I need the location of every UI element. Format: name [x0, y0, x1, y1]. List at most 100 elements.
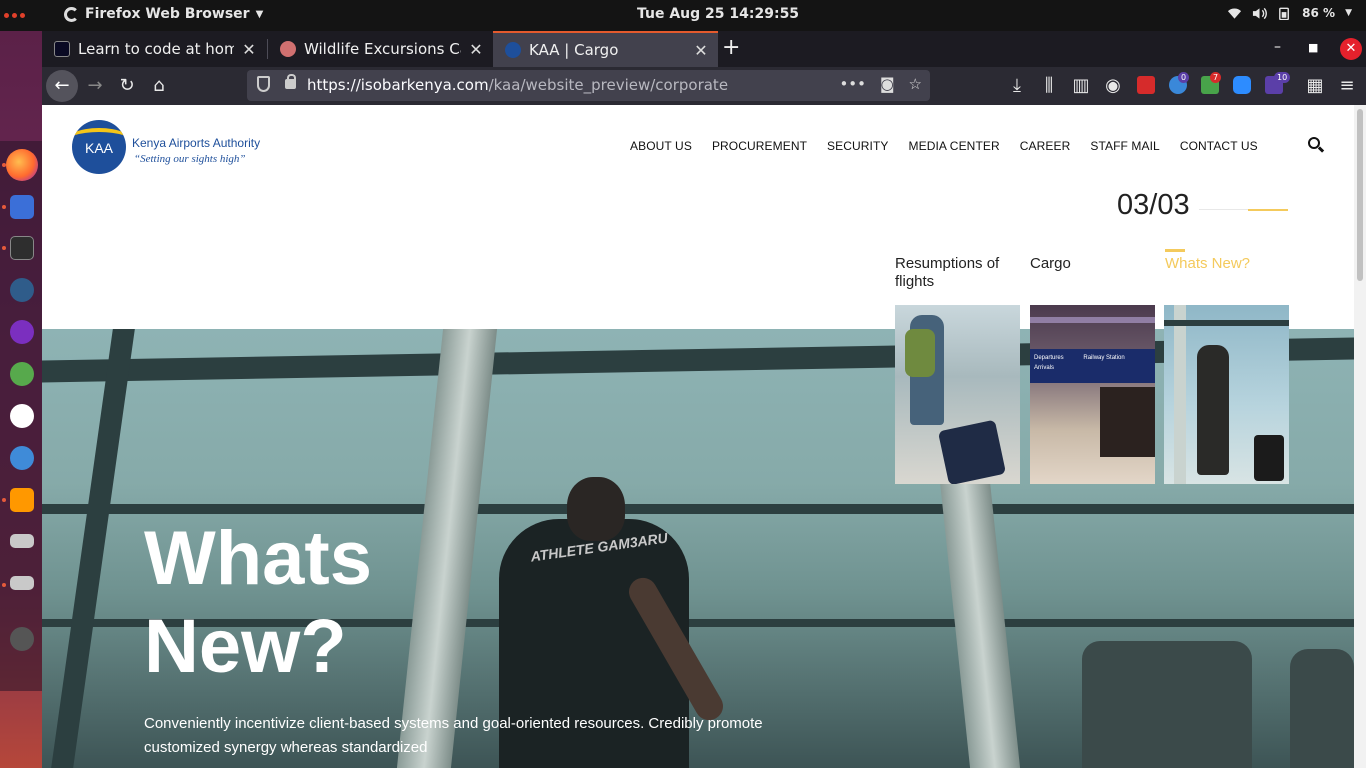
tab-title: Wildlife Excursions Camp — [304, 40, 461, 58]
drive-dock-icon[interactable] — [10, 534, 34, 548]
reload-icon[interactable]: ↻ — [116, 75, 138, 97]
volume-icon — [1253, 7, 1268, 19]
thumb-traveler-backpack — [905, 329, 935, 377]
minimize-window-icon[interactable]: – — [1274, 39, 1281, 55]
app-name: Firefox Web Browser — [85, 6, 250, 22]
slide-tab-whats-new[interactable]: Whats New? — [1165, 255, 1285, 273]
kaa-logo[interactable]: KAA Kenya Airports Authority “Setting ou… — [72, 120, 282, 176]
dock-running-pip — [2, 498, 6, 502]
files-dock-icon[interactable] — [10, 195, 34, 219]
trash-dock-icon[interactable] — [10, 627, 34, 651]
maximize-window-icon[interactable]: ■ — [1308, 41, 1318, 54]
dock-running-pip — [2, 205, 6, 209]
thumb-window-post — [1174, 305, 1186, 484]
page-actions-icon[interactable]: ••• — [839, 75, 866, 93]
library-icon[interactable]: ⫼ — [1038, 75, 1060, 97]
dock — [0, 31, 42, 768]
hamburger-menu-icon[interactable]: ≡ — [1336, 75, 1358, 97]
slide-thumb-resumptions[interactable] — [895, 305, 1020, 484]
extension-badge: 0 — [1178, 72, 1190, 83]
tab-title: KAA | Cargo — [529, 41, 619, 59]
pocket-icon[interactable]: ◙ — [880, 75, 895, 93]
home-icon[interactable]: ⌂ — [148, 75, 170, 97]
address-bar[interactable]: https://isobarkenya.com/kaa/website_prev… — [247, 70, 930, 101]
nav-security[interactable]: SECURITY — [827, 139, 888, 153]
sublime-dock-icon[interactable] — [10, 488, 34, 512]
thumb-departures-sign: Departures Railway Station Arrivals — [1030, 349, 1155, 383]
app-menu[interactable]: Firefox Web Browser ▼ — [64, 6, 263, 22]
podcast-dock-icon[interactable] — [10, 320, 34, 344]
browser-tab-2[interactable]: Wildlife Excursions Camp ✕ — [268, 31, 493, 67]
main-navigation: ABOUT US PROCUREMENT SECURITY MEDIA CENT… — [630, 139, 1258, 153]
page-scrollbar[interactable] — [1354, 105, 1366, 768]
hero-description: Conveniently incentivize client-based sy… — [144, 715, 763, 756]
forward-arrow-icon[interactable]: → — [84, 75, 106, 97]
system-clock[interactable]: Tue Aug 25 14:29:55 — [637, 6, 799, 22]
tab-title: Learn to code at home | f — [78, 40, 234, 58]
browser-tab-3[interactable]: KAA | Cargo ✕ — [493, 31, 718, 67]
extensions-puzzle-icon[interactable]: ▦ — [1304, 75, 1326, 97]
browser-tab-bar: Learn to code at home | f ✕ Wildlife Exc… — [42, 31, 1366, 67]
screen: Firefox Web Browser ▼ Tue Aug 25 14:29:5… — [0, 0, 1366, 768]
drive-dock-icon-2[interactable] — [10, 576, 34, 590]
search-icon-handle — [1317, 146, 1325, 153]
dock-running-pip — [2, 163, 6, 167]
slack-dock-icon[interactable] — [10, 404, 34, 428]
new-tab-icon[interactable]: + — [722, 35, 740, 60]
firefox-app-icon — [64, 6, 79, 22]
slide-thumb-whats-new[interactable] — [1164, 305, 1289, 484]
nav-career[interactable]: CAREER — [1020, 139, 1071, 153]
thumb-traveler-figure — [1197, 345, 1229, 475]
slide-tab-cargo[interactable]: Cargo — [1030, 255, 1150, 273]
extension-purple-icon[interactable]: 10 — [1265, 72, 1291, 94]
postgres-dock-icon[interactable] — [10, 278, 34, 302]
account-icon[interactable]: ◉ — [1102, 75, 1124, 97]
extension-badge: 10 — [1274, 72, 1291, 83]
browser-tab-1[interactable]: Learn to code at home | f ✕ — [42, 31, 266, 67]
search-icon[interactable] — [1308, 137, 1325, 153]
organization-slogan: “Setting our sights high” — [134, 153, 246, 165]
close-window-icon[interactable]: ✕ — [1340, 38, 1362, 60]
kaa-favicon-icon — [505, 42, 521, 58]
dock-running-pip — [2, 583, 6, 587]
bookmark-star-icon[interactable]: ☆ — [909, 75, 922, 93]
nav-about-us[interactable]: ABOUT US — [630, 139, 692, 153]
thumb-shop-front — [1100, 387, 1155, 457]
thumb-suitcase — [937, 419, 1007, 484]
extension-badge: 7 — [1210, 72, 1222, 83]
nav-staff-mail[interactable]: STAFF MAIL — [1090, 139, 1159, 153]
back-arrow-icon[interactable]: ← — [46, 70, 78, 102]
extension-red-icon[interactable] — [1137, 76, 1155, 94]
maps-dock-icon[interactable] — [10, 362, 34, 386]
scrollbar-thumb[interactable] — [1357, 109, 1363, 281]
download-icon[interactable]: ⤓ — [1006, 75, 1028, 97]
battery-icon — [1279, 7, 1290, 20]
terminal-dock-icon[interactable] — [10, 236, 34, 260]
system-tray[interactable]: 86 % ▼ — [1227, 6, 1352, 20]
lock-icon[interactable] — [285, 74, 296, 89]
firefox-dock-icon[interactable] — [6, 149, 38, 181]
url-host: https://isobarkenya.com — [307, 76, 489, 94]
slide-thumb-cargo[interactable]: Departures Railway Station Arrivals — [1030, 305, 1155, 484]
activities-dots-icon[interactable] — [4, 13, 25, 18]
address-bar-actions: ••• ◙ ☆ — [839, 75, 922, 93]
wifi-icon — [1228, 7, 1242, 19]
nav-media-center[interactable]: MEDIA CENTER — [909, 139, 1000, 153]
slide-progress-fill — [1248, 209, 1288, 211]
nav-procurement[interactable]: PROCUREMENT — [712, 139, 807, 153]
extension-download-icon[interactable]: 7 — [1201, 72, 1222, 94]
close-tab-icon[interactable]: ✕ — [242, 40, 256, 59]
close-tab-icon[interactable]: ✕ — [469, 40, 483, 59]
sign-railway: Railway Station — [1083, 355, 1125, 361]
close-tab-icon[interactable]: ✕ — [694, 41, 708, 60]
extension-blue-icon[interactable]: 0 — [1169, 72, 1190, 94]
sidebar-icon[interactable]: ▥ — [1070, 75, 1092, 97]
system-top-bar: Firefox Web Browser ▼ Tue Aug 25 14:29:5… — [0, 0, 1366, 31]
url-text[interactable]: https://isobarkenya.com/kaa/website_prev… — [307, 76, 728, 94]
chromium-dock-icon[interactable] — [10, 446, 34, 470]
tracking-shield-icon[interactable] — [257, 76, 270, 92]
emblem-text: KAA — [84, 140, 113, 156]
nav-contact-us[interactable]: CONTACT US — [1180, 139, 1258, 153]
slide-tab-resumptions[interactable]: Resumptions of flights — [895, 255, 1015, 291]
zoom-extension-icon[interactable] — [1233, 76, 1251, 94]
